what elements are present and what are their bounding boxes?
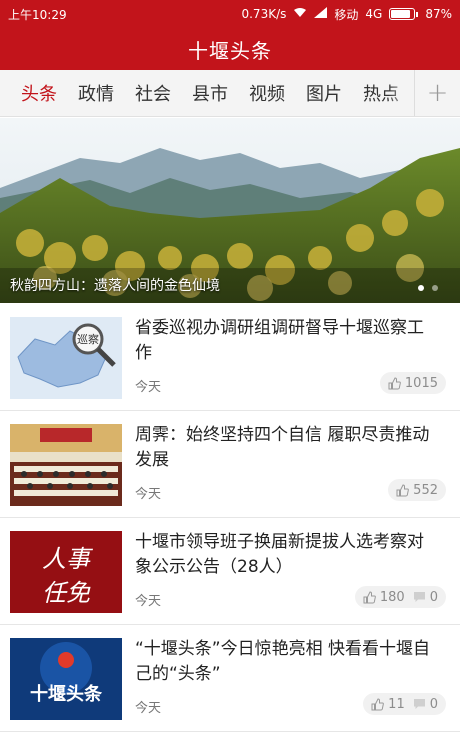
likes-count: 1015 — [404, 375, 438, 391]
comments-count: 0 — [429, 589, 438, 605]
plus-icon: + — [426, 78, 449, 108]
comments-stat: 0 — [413, 697, 438, 712]
likes-stat: 552 — [396, 483, 438, 498]
thumb-label: 巡察 — [77, 332, 99, 346]
battery-icon — [389, 8, 419, 20]
tab-4[interactable]: 视频 — [249, 80, 285, 106]
pagination-dot[interactable] — [432, 285, 438, 291]
network-speed: 0.73K/s — [241, 7, 287, 21]
app-title-bar: 十堰头条 — [0, 28, 460, 70]
news-time: 今天 — [135, 701, 162, 716]
comments-count: 0 — [429, 696, 438, 712]
news-thumbnail — [10, 424, 122, 506]
news-stats: 180 0 — [354, 586, 446, 608]
thumbs-up-icon — [371, 697, 385, 711]
banner-caption: 秋韵四方山：遗落人间的金色仙境 — [10, 278, 220, 294]
news-item[interactable]: 人事 任免 十堰市领导班子换届新提拔人选考察对象公示公告（28人） 今天 180… — [0, 518, 460, 625]
news-title: 十堰市领导班子换届新提拔人选考察对象公示公告（28人） — [135, 532, 424, 577]
likes-count: 180 — [379, 589, 405, 605]
news-item[interactable]: 巡察 省委巡视办调研组调研督导十堰巡察工作 今天 1015 — [0, 304, 460, 411]
news-list: 巡察 省委巡视办调研组调研督导十堰巡察工作 今天 1015 周霁：始终坚持四个自… — [0, 304, 460, 732]
news-stats: 552 — [388, 479, 446, 501]
comment-icon — [413, 591, 426, 603]
app-title: 十堰头条 — [188, 38, 272, 63]
news-title: “十堰头条”今日惊艳亮相 快看看十堰自己的“头条” — [135, 639, 431, 684]
battery-percent: 87% — [425, 7, 452, 21]
tab-0[interactable]: 头条 — [21, 80, 57, 106]
tab-3[interactable]: 县市 — [192, 80, 228, 106]
comments-stat: 0 — [413, 590, 438, 605]
signal-icon — [314, 7, 328, 21]
banner-pagination — [418, 285, 438, 291]
news-title: 周霁：始终坚持四个自信 履职尽责推动发展 — [135, 425, 430, 470]
thumbs-up-icon — [396, 483, 410, 497]
news-stats: 1015 — [379, 372, 446, 394]
tab-5[interactable]: 图片 — [306, 80, 342, 106]
featured-banner[interactable]: 秋韵四方山：遗落人间的金色仙境 — [0, 118, 460, 303]
add-category-button[interactable]: + — [414, 70, 460, 116]
thumbs-up-icon — [363, 590, 376, 604]
likes-stat: 180 — [363, 590, 405, 605]
news-time: 今天 — [135, 594, 162, 609]
likes-stat: 11 — [371, 697, 405, 712]
news-item[interactable]: 十堰头条 “十堰头条”今日惊艳亮相 快看看十堰自己的“头条” 今天 11 0 — [0, 625, 460, 732]
news-time: 今天 — [135, 487, 162, 502]
news-thumbnail: 巡察 — [10, 317, 122, 399]
likes-count: 552 — [413, 482, 438, 498]
wifi-icon — [293, 7, 307, 21]
carrier: 移动 — [334, 7, 359, 22]
thumbs-up-icon — [388, 376, 401, 390]
tab-1[interactable]: 政情 — [78, 80, 114, 106]
news-item[interactable]: 周霁：始终坚持四个自信 履职尽责推动发展 今天 552 — [0, 411, 460, 518]
tab-2[interactable]: 社会 — [135, 80, 171, 106]
tab-list: 头条 政情 社会 县市 视频 图片 热点 — [0, 80, 414, 106]
status-time: 上午10:29 — [8, 7, 67, 22]
thumb-label-line1: 人事 — [42, 545, 93, 573]
category-tabs: 头条 政情 社会 县市 视频 图片 热点 + — [0, 70, 460, 117]
thumb-label-line2: 任免 — [42, 579, 91, 607]
network-type: 4G — [365, 7, 383, 21]
comment-icon — [413, 698, 426, 710]
news-stats: 11 0 — [363, 693, 446, 715]
news-title: 省委巡视办调研组调研督导十堰巡察工作 — [135, 318, 424, 363]
news-thumbnail: 十堰头条 — [10, 638, 122, 720]
likes-stat: 1015 — [388, 376, 438, 391]
news-time: 今天 — [135, 380, 162, 395]
status-bar: 上午10:29 0.73K/s 移动 4G 87% — [0, 0, 460, 28]
thumb-label: 十堰头条 — [30, 683, 103, 705]
likes-count: 11 — [388, 696, 405, 712]
pagination-dot[interactable] — [418, 285, 424, 291]
news-thumbnail: 人事 任免 — [10, 531, 122, 613]
